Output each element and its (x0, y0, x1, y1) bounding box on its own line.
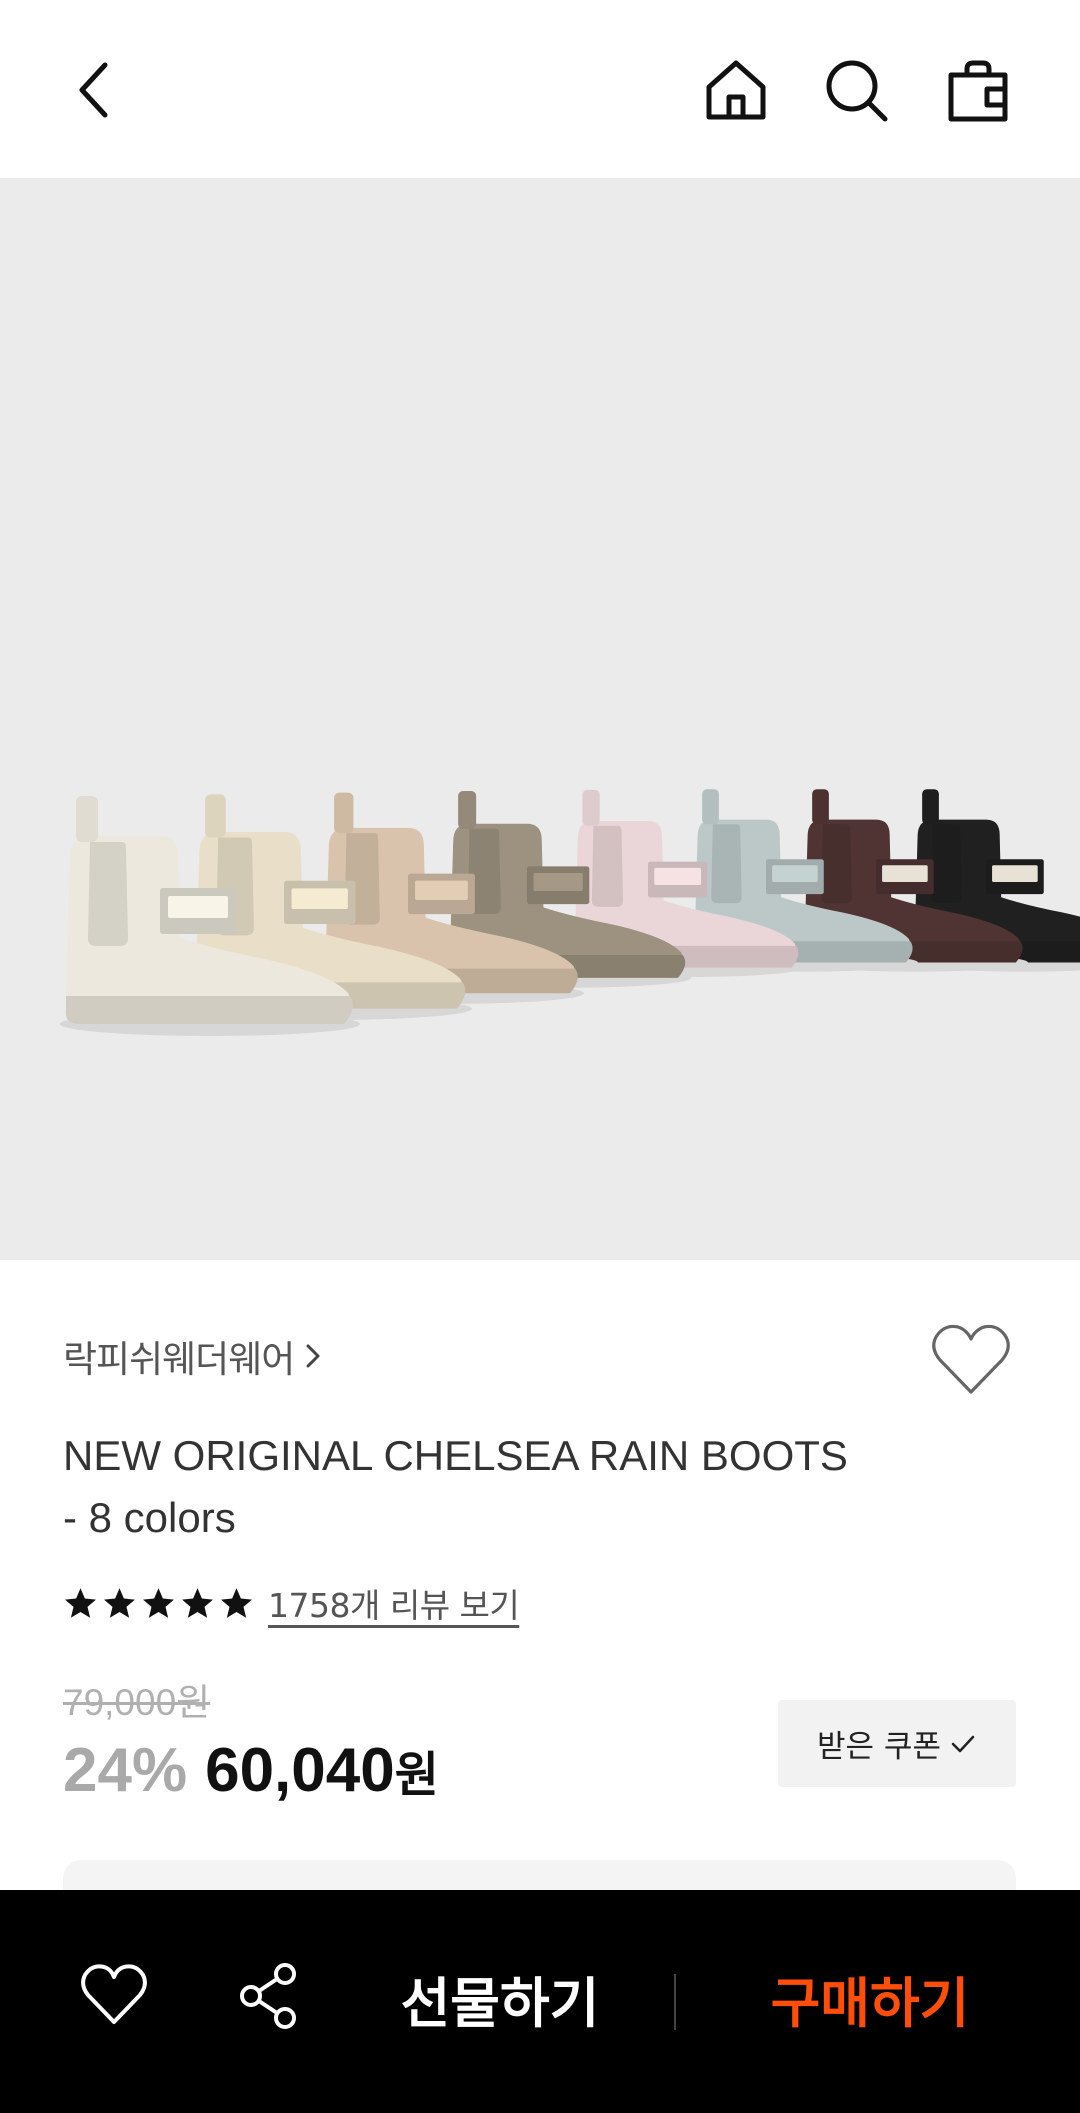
rating-row: 1758개 리뷰 보기 (63, 1578, 520, 1628)
home-icon (706, 60, 766, 120)
search-icon (826, 60, 888, 122)
shopping-bag-icon (948, 60, 1008, 122)
discount-rate: 24% (63, 1736, 188, 1805)
product-photo (60, 789, 1080, 1036)
heart-icon (932, 1324, 1010, 1394)
price-row: 24% 60,040 원 (63, 1735, 439, 1806)
share-icon (240, 1963, 296, 2029)
coupon-label: 받은 쿠폰 (817, 1729, 941, 1765)
product-image-carousel[interactable] (0, 178, 1080, 1260)
cart-button[interactable] (936, 48, 1020, 132)
product-title-line: - 8 colors (63, 1494, 236, 1541)
star-icon (65, 1587, 96, 1618)
share-button[interactable] (233, 1960, 305, 2032)
original-price: 79,000원 (63, 1682, 211, 1723)
bottom-action-bar: 선물하기 구매하기 (0, 1890, 1080, 2113)
product-title: NEW ORIGINAL CHELSEA RAIN BOOTS - 8 colo… (63, 1425, 963, 1549)
check-icon (951, 1735, 975, 1752)
gift-button[interactable]: 선물하기 (370, 1938, 630, 2058)
back-icon (79, 62, 108, 118)
coupon-button[interactable]: 받은 쿠폰 (778, 1700, 1016, 1787)
star-icon (104, 1587, 135, 1618)
divider (674, 1974, 676, 2030)
heart-icon (81, 1964, 147, 2024)
search-button[interactable] (814, 48, 898, 132)
star-icon (143, 1587, 174, 1618)
sale-price: 60,040 (205, 1736, 395, 1805)
top-app-bar (0, 0, 1080, 178)
like-button[interactable] (78, 1960, 150, 2032)
rating-stars (63, 1586, 254, 1621)
brand-link[interactable]: 락피쉬웨더웨어 (63, 1328, 328, 1384)
buy-button[interactable]: 구매하기 (720, 1938, 1020, 2058)
home-button[interactable] (694, 48, 778, 132)
brand-name: 락피쉬웨더웨어 (63, 1338, 295, 1381)
wishlist-button[interactable] (928, 1318, 1014, 1404)
currency-unit: 원 (394, 1747, 439, 1803)
back-button[interactable] (55, 48, 139, 132)
chevron-right-icon (306, 1344, 320, 1368)
review-link[interactable]: 1758개 리뷰 보기 (268, 1579, 520, 1627)
star-icon (182, 1587, 213, 1618)
product-title-line: NEW ORIGINAL CHELSEA RAIN BOOTS (63, 1432, 848, 1479)
star-icon (221, 1587, 252, 1618)
